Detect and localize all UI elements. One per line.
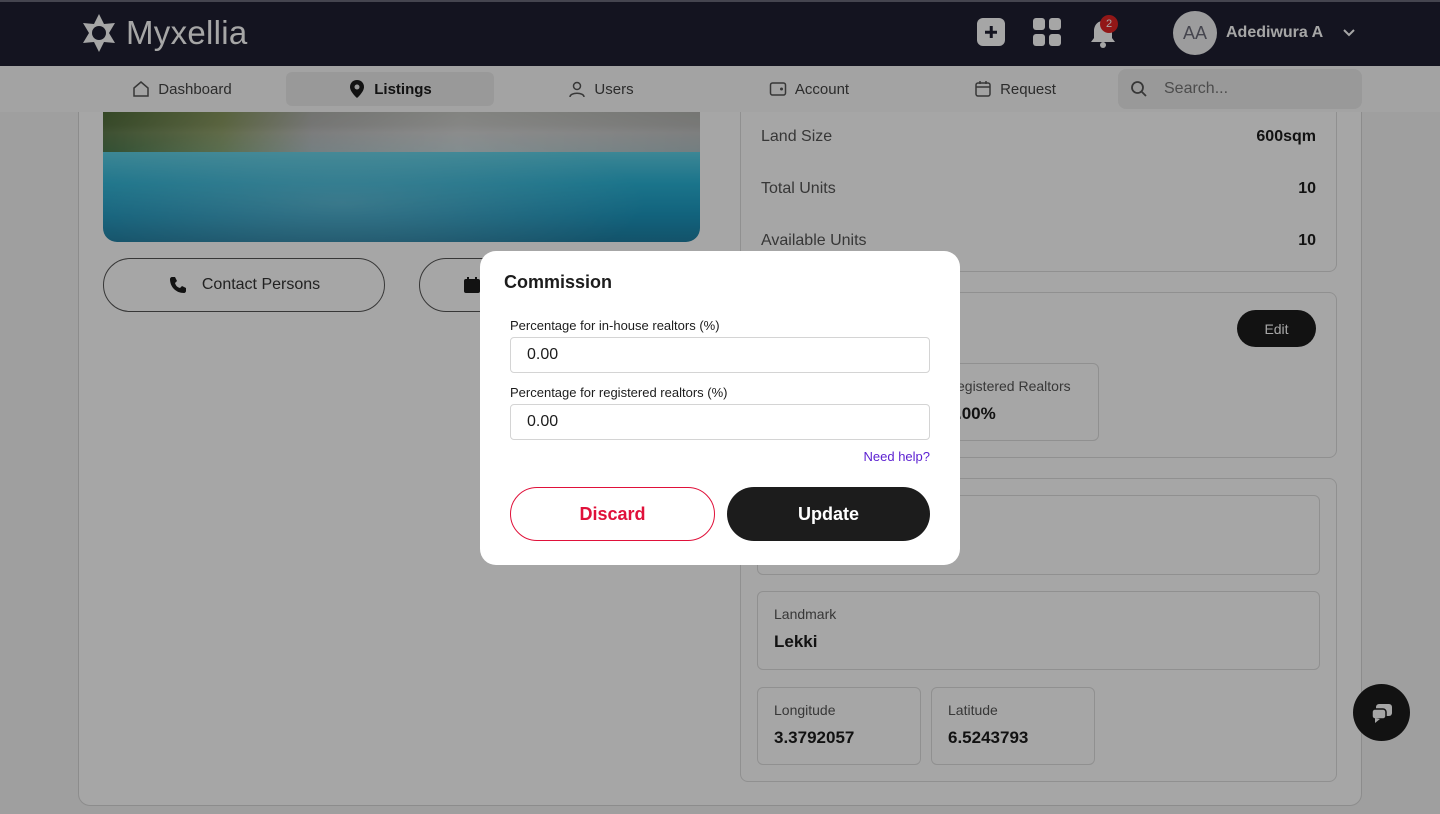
modal-title: Commission (504, 272, 613, 292)
discard-button[interactable]: Discard (510, 487, 715, 541)
need-help-link[interactable]: Need help? (864, 449, 931, 464)
inhouse-percentage-input[interactable] (510, 337, 930, 373)
registered-percentage-input[interactable] (510, 404, 930, 440)
update-button[interactable]: Update (727, 487, 930, 541)
commission-modal: Commission Percentage for in-house realt… (480, 251, 960, 565)
inhouse-percentage-label: Percentage for in-house realtors (%) (510, 318, 720, 333)
registered-percentage-label: Percentage for registered realtors (%) (510, 385, 728, 400)
